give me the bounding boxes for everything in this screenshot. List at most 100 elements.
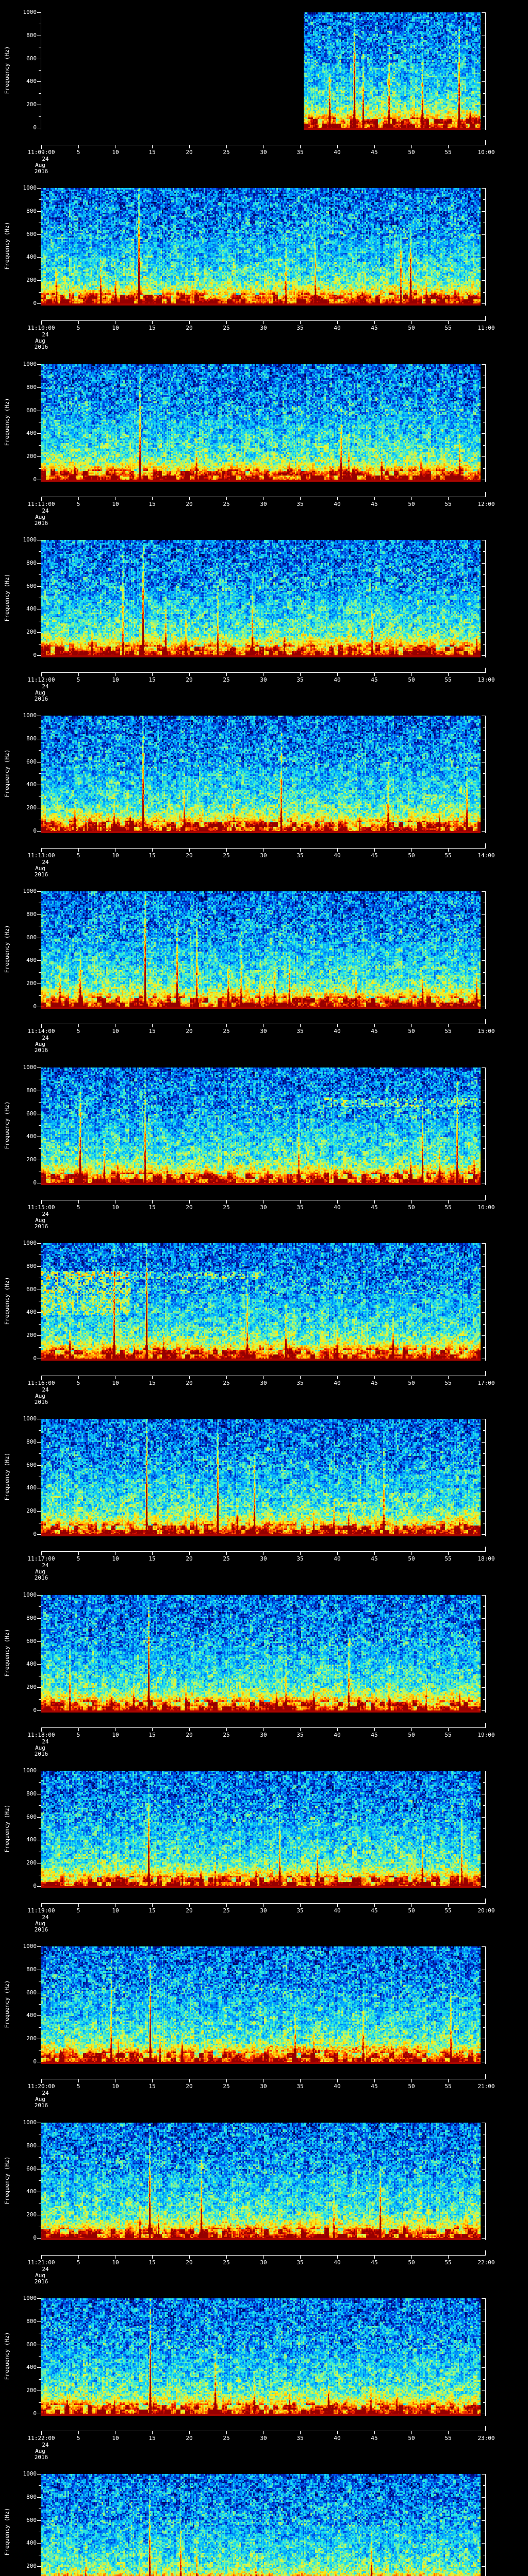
y-axis-title: Frequency (Hz) [4,1980,10,2028]
y-axis-title: Frequency (Hz) [4,1452,10,1501]
y-minor-tick [39,1699,41,1700]
x-major-tick [411,145,412,148]
y-minor-tick [483,750,485,751]
y-major-tick [37,234,41,235]
x-tick-label: 10 [112,1380,119,1386]
x-tick-label: 30 [260,2083,267,2090]
x-axis-date-day: 24 [42,507,49,514]
x-major-tick [189,1727,190,1731]
y-major-tick [37,914,41,915]
y-tick-label: 200 [26,629,37,635]
x-major-tick [189,2255,190,2259]
y-axis-line-right [485,1243,486,1361]
y-major-tick [37,632,41,633]
x-major-tick [189,497,190,500]
x-axis-date-year: 2016 [34,344,48,350]
y-tick-label: 400 [26,1660,37,1667]
x-axis-date-year: 2016 [34,2278,48,2285]
x-axis-start-tick [41,1200,42,1204]
y-major-tick [37,1534,41,1535]
y-tick-label: 400 [26,957,37,963]
x-tick-label: 40 [334,676,341,683]
x-major-tick [448,1727,449,1731]
y-minor-tick [483,199,485,200]
x-major-tick [78,1200,79,1204]
y-minor-tick [483,644,485,645]
x-axis-start-time: 11:22:00 [27,2435,55,2442]
x-axis-date-year: 2016 [34,2454,48,2461]
y-major-tick [482,2238,485,2239]
y-major-tick [482,1243,485,1244]
x-axis-start-tick [41,2255,42,2259]
x-tick-label: 50 [408,2083,415,2090]
x-major-tick [411,848,412,852]
y-major-tick [482,1266,485,1267]
x-axis-start-time: 11:14:00 [27,1028,55,1035]
x-major-tick [263,672,264,676]
x-major-tick [152,2255,153,2259]
y-minor-tick [483,1606,485,1607]
y-major-tick [482,1618,485,1619]
x-major-tick [152,848,153,852]
x-major-tick [263,2079,264,2082]
x-tick-label: 40 [334,1555,341,1562]
x-major-tick [226,145,227,148]
y-tick-label: 800 [26,735,37,742]
x-axis-end-time: 18:00 [477,1555,495,1562]
x-tick-label: 5 [76,1732,80,1738]
x-axis-start-tick [41,2079,42,2083]
x-major-tick [152,672,153,676]
y-major-tick [37,1664,41,1665]
x-tick-label: 45 [371,1028,378,1035]
y-minor-tick [483,445,485,446]
x-tick-label: 35 [296,2083,304,2090]
y-axis-title: Frequency (Hz) [4,1101,10,1149]
y-minor-tick [39,1805,41,1806]
x-major-tick [78,1024,79,1027]
x-major-tick [411,1727,412,1731]
y-axis-line-right [485,1419,486,1536]
x-tick-label: 5 [76,1555,80,1562]
x-tick-label: 10 [112,1907,119,1914]
y-minor-tick [39,2180,41,2181]
x-axis-start-time: 11:09:00 [27,149,55,156]
x-tick-label: 35 [296,2259,304,2266]
x-axis-end-time: 10:00 [477,149,495,156]
x-major-tick [448,2079,449,2082]
x-axis-date-day: 24 [42,1562,49,1569]
y-major-tick [482,2474,485,2475]
y-major-tick [482,456,485,457]
x-major-tick [337,2255,338,2259]
y-major-tick [482,2497,485,2498]
x-axis-end-tick [485,492,486,497]
y-tick-label: 400 [26,781,37,788]
x-tick-label: 40 [334,149,341,156]
y-minor-tick [483,1782,485,1783]
x-major-tick [374,2079,375,2082]
y-major-tick [482,234,485,235]
x-tick-label: 15 [148,676,156,683]
x-tick-label: 40 [334,1204,341,1211]
x-axis-date-day: 24 [42,1211,49,1217]
y-minor-tick [483,2050,485,2051]
y-minor-tick [39,796,41,797]
y-axis-line-right [485,1067,486,1185]
x-axis-start-tick [41,320,42,325]
x-axis-date-year: 2016 [34,1223,48,1230]
y-tick-label: 400 [26,2539,37,2546]
spectrogram-panel-11:22:00: Frequency (Hz) 11:22:00 23:00 24 Aug 201… [0,2286,528,2462]
y-tick-label: 800 [26,1615,37,1621]
y-minor-tick [39,1102,41,1103]
x-major-tick [411,2431,412,2434]
y-minor-tick [483,1699,485,1700]
y-major-tick [482,1664,485,1665]
y-tick-label: 0 [33,827,37,834]
x-tick-label: 45 [371,1732,378,1738]
x-axis-start-time: 11:16:00 [27,1380,55,1386]
y-major-tick [37,387,41,388]
y-major-tick [37,1710,41,1711]
x-major-tick [152,2431,153,2434]
x-major-tick [263,1727,264,1731]
x-major-tick [337,1200,338,1204]
y-major-tick [37,586,41,587]
